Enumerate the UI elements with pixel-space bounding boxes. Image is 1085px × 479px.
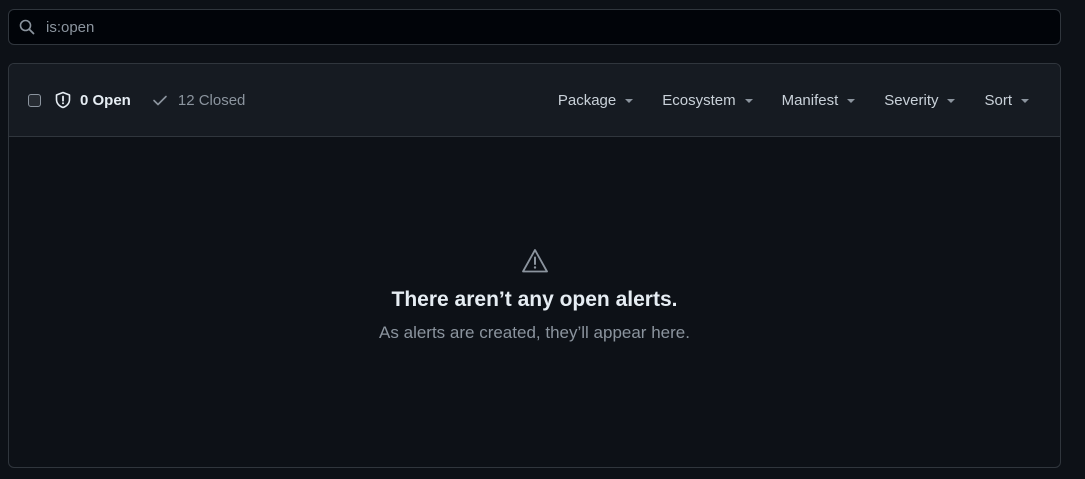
open-count-label: 0 Open — [80, 91, 131, 109]
empty-state-title: There aren’t any open alerts. — [391, 288, 678, 311]
manifest-filter-label: Manifest — [781, 92, 839, 109]
select-all-checkbox[interactable] — [28, 93, 41, 107]
package-filter[interactable]: Package — [557, 92, 634, 109]
severity-filter[interactable]: Severity — [884, 92, 956, 109]
closed-count-label: 12 Closed — [177, 91, 246, 109]
caret-down-icon — [947, 98, 956, 103]
manifest-filter[interactable]: Manifest — [782, 92, 856, 109]
sort-filter[interactable]: Sort — [984, 92, 1029, 109]
shield-icon — [54, 91, 72, 109]
caret-down-icon — [1021, 98, 1029, 103]
filter-bar: Package Ecosystem Manifest Severity Sort — [529, 64, 1029, 137]
severity-filter-label: Severity — [884, 92, 939, 109]
check-icon — [152, 92, 168, 108]
ecosystem-filter[interactable]: Ecosystem — [662, 92, 753, 109]
caret-down-icon — [744, 98, 753, 103]
closed-alerts-tab[interactable]: 12 Closed — [152, 91, 246, 109]
caret-down-icon — [625, 98, 634, 103]
ecosystem-filter-label: Ecosystem — [662, 92, 736, 109]
search-input[interactable] — [46, 12, 1026, 42]
alerts-header: 0 Open 12 Closed Package Ecosystem Manif… — [9, 64, 1060, 137]
alerts-panel: 0 Open 12 Closed Package Ecosystem Manif… — [8, 63, 1061, 468]
caret-down-icon — [847, 98, 856, 103]
sort-filter-label: Sort — [984, 92, 1012, 109]
empty-state-description: As alerts are created, they’ll appear he… — [379, 323, 690, 342]
search-bar[interactable] — [8, 9, 1061, 45]
package-filter-label: Package — [557, 92, 617, 109]
alert-icon — [521, 247, 549, 275]
open-alerts-tab[interactable]: 0 Open — [54, 91, 131, 109]
search-icon — [19, 19, 35, 35]
empty-state: There aren’t any open alerts. As alerts … — [9, 138, 1060, 467]
